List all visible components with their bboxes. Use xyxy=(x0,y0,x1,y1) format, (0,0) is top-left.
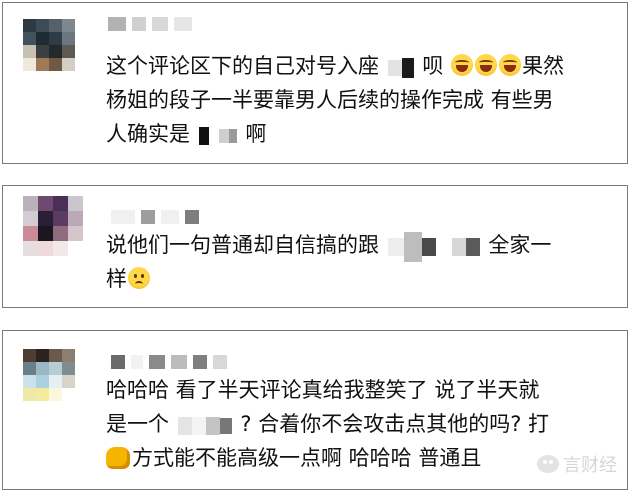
avatar[interactable] xyxy=(23,349,75,401)
redacted-mosaic xyxy=(198,118,237,152)
username-blurred[interactable] xyxy=(111,353,227,371)
grinning-face-icon xyxy=(451,54,474,76)
username-blurred[interactable] xyxy=(111,208,199,226)
comment-line: 全家一 xyxy=(488,233,552,257)
comment-line: 杨姐的段子一半要靠男人后续的操作完成 有些男 xyxy=(106,88,554,112)
redacted-mosaic xyxy=(387,229,480,263)
comment-text: 哈哈哈 看了半天评论真给我整笑了 说了半天就 是一个 ? 合着你不会攻击点其他的… xyxy=(106,373,607,475)
comment-line: 呗 xyxy=(422,54,444,78)
fist-icon xyxy=(106,447,130,469)
comment-line: ? 合着你不会攻击点其他的吗? 打 xyxy=(240,412,550,436)
grinning-face-icon xyxy=(475,54,498,76)
grinning-face-icon xyxy=(499,54,522,76)
username-blurred[interactable] xyxy=(108,15,192,33)
watermark: 言财经 xyxy=(537,451,617,477)
redacted-mosaic xyxy=(387,50,414,84)
avatar[interactable] xyxy=(23,196,83,256)
comment-text: 说他们一句普通却自信搞的跟 全家一 样 xyxy=(106,228,607,296)
comment-line: 是一个 xyxy=(106,412,169,436)
comment-card: 哈哈哈 看了半天评论真给我整笑了 说了半天就 是一个 ? 合着你不会攻击点其他的… xyxy=(2,330,628,490)
comment-line: 果然 xyxy=(522,54,565,78)
avatar[interactable] xyxy=(23,19,75,71)
comment-card: 说他们一句普通却自信搞的跟 全家一 样 xyxy=(2,185,628,308)
watermark-text: 言财经 xyxy=(563,455,617,476)
comment-line: 哈哈哈 看了半天评论真给我整笑了 说了半天就 xyxy=(106,378,540,402)
pleading-face-icon xyxy=(128,267,150,289)
comment-line: 方式能不能高级一点啊 哈哈哈 普通且 xyxy=(132,446,482,470)
comment-line: 人确实是 xyxy=(106,122,190,146)
comment-card: 这个评论区下的自己对号入座 呗 果然 杨姐的段子一半要靠男人后续的操作完成 有些… xyxy=(2,2,628,164)
comment-line: 这个评论区下的自己对号入座 xyxy=(106,54,379,78)
redacted-mosaic xyxy=(177,408,232,442)
comment-line: 啊 xyxy=(245,122,267,146)
comment-line: 样 xyxy=(106,267,127,291)
comment-text: 这个评论区下的自己对号入座 呗 果然 杨姐的段子一半要靠男人后续的操作完成 有些… xyxy=(106,49,607,151)
comment-line: 说他们一句普通却自信搞的跟 xyxy=(106,233,379,257)
wechat-icon xyxy=(537,455,559,473)
